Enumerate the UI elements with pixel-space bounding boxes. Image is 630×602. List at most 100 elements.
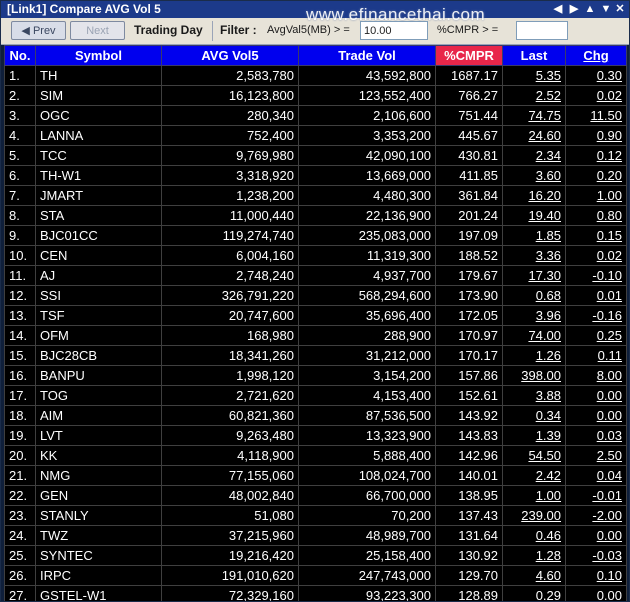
row-chg[interactable]: 0.01 (565, 285, 627, 306)
table-row[interactable]: 8. STA 11,000,440 22,136,900 201.24 19.40 0.80 (4, 205, 627, 226)
arrow-right-icon[interactable]: ▶ (567, 2, 581, 16)
row-chg[interactable]: -0.01 (565, 485, 627, 506)
row-chg[interactable]: 0.30 (565, 65, 627, 86)
row-chg[interactable]: 0.00 (565, 405, 627, 426)
row-symbol[interactable]: TWZ (35, 525, 162, 546)
col-header-symbol[interactable]: Symbol (35, 45, 162, 66)
table-row[interactable]: 4. LANNA 752,400 3,353,200 445.67 24.60 0.90 (4, 125, 627, 146)
col-header-chg[interactable]: Chg (565, 45, 627, 66)
row-last[interactable]: 1.39 (502, 425, 566, 446)
row-chg[interactable]: 11.50 (565, 105, 627, 126)
table-row[interactable]: 22. GEN 48,002,840 66,700,000 138.95 1.00 -0.0… (4, 485, 627, 506)
next-button[interactable]: Next (70, 21, 125, 40)
row-symbol[interactable]: LANNA (35, 125, 162, 146)
table-row[interactable]: 23. STANLY 51,080 70,200 137.43 239.00 -2.00 (4, 505, 627, 526)
row-symbol[interactable]: IRPC (35, 565, 162, 586)
row-last[interactable]: 2.34 (502, 145, 566, 166)
row-chg[interactable]: 0.15 (565, 225, 627, 246)
table-row[interactable]: 27. GSTEL-W1 72,329,160 93,223,300 128.89 0.2… (4, 585, 627, 601)
row-last[interactable]: 1.00 (502, 485, 566, 506)
table-row[interactable]: 24. TWZ 37,215,960 48,989,700 131.64 0.46 0.00 (4, 525, 627, 546)
row-last[interactable]: 0.34 (502, 405, 566, 426)
row-chg[interactable]: -0.03 (565, 545, 627, 566)
row-chg[interactable]: 0.10 (565, 565, 627, 586)
row-last[interactable]: 2.42 (502, 465, 566, 486)
row-symbol[interactable]: TH (35, 65, 162, 86)
row-last[interactable]: 239.00 (502, 505, 566, 526)
row-symbol[interactable]: TH-W1 (35, 165, 162, 186)
row-symbol[interactable]: BJC28CB (35, 345, 162, 366)
row-last[interactable]: 5.35 (502, 65, 566, 86)
row-last[interactable]: 2.52 (502, 85, 566, 106)
row-chg[interactable]: 8.00 (565, 365, 627, 386)
row-last[interactable]: 74.75 (502, 105, 566, 126)
table-row[interactable]: 14. OFM 168,980 288,900 170.97 74.00 0.25 (4, 325, 627, 346)
row-symbol[interactable]: CEN (35, 245, 162, 266)
row-last[interactable]: 3.96 (502, 305, 566, 326)
row-last[interactable]: 54.50 (502, 445, 566, 466)
row-last[interactable]: 19.40 (502, 205, 566, 226)
row-chg[interactable]: 0.02 (565, 85, 627, 106)
row-last[interactable]: 3.60 (502, 165, 566, 186)
row-symbol[interactable]: TOG (35, 385, 162, 406)
col-header-no[interactable]: No. (4, 45, 36, 66)
row-last[interactable]: 24.60 (502, 125, 566, 146)
table-row[interactable]: 5. TCC 9,769,980 42,090,100 430.81 2.34 0.12 (4, 145, 627, 166)
row-last[interactable]: 1.26 (502, 345, 566, 366)
close-icon[interactable]: ✕ (613, 2, 627, 16)
row-last[interactable]: 3.88 (502, 385, 566, 406)
row-chg[interactable]: 0.25 (565, 325, 627, 346)
row-symbol[interactable]: GSTEL-W1 (35, 585, 162, 601)
row-last[interactable]: 16.20 (502, 185, 566, 206)
row-last[interactable]: 74.00 (502, 325, 566, 346)
row-symbol[interactable]: NMG (35, 465, 162, 486)
table-row[interactable]: 16. BANPU 1,998,120 3,154,200 157.86 398.00 8.… (4, 365, 627, 386)
table-row[interactable]: 18. AIM 60,821,360 87,536,500 143.92 0.34 0.00 (4, 405, 627, 426)
row-last[interactable]: 0.68 (502, 285, 566, 306)
row-last[interactable]: 0.46 (502, 525, 566, 546)
row-symbol[interactable]: SIM (35, 85, 162, 106)
table-row[interactable]: 15. BJC28CB 18,341,260 31,212,000 170.17 1.26… (4, 345, 627, 366)
table-row[interactable]: 25. SYNTEC 19,216,420 25,158,400 130.92 1.28-… (4, 545, 627, 566)
table-row[interactable]: 12. SSI 326,791,220 568,294,600 173.90 0.68 0.… (4, 285, 627, 306)
table-row[interactable]: 17. TOG 2,721,620 4,153,400 152.61 3.88 0.00 (4, 385, 627, 406)
row-symbol[interactable]: SSI (35, 285, 162, 306)
row-chg[interactable]: 1.00 (565, 185, 627, 206)
row-symbol[interactable]: BJC01CC (35, 225, 162, 246)
row-chg[interactable]: 0.02 (565, 245, 627, 266)
row-symbol[interactable]: KK (35, 445, 162, 466)
table-row[interactable]: 11. AJ 2,748,240 4,937,700 179.67 17.30 -0.10 (4, 265, 627, 286)
row-chg[interactable]: 0.20 (565, 165, 627, 186)
row-chg[interactable]: 0.03 (565, 425, 627, 446)
row-symbol[interactable]: GEN (35, 485, 162, 506)
row-symbol[interactable]: AJ (35, 265, 162, 286)
col-header-avg-vol5[interactable]: AVG Vol5 (161, 45, 299, 66)
table-row[interactable]: 2. SIM 16,123,800 123,552,400 766.27 2.52 0.02 (4, 85, 627, 106)
table-row[interactable]: 13. TSF 20,747,600 35,696,400 172.05 3.96 -0.1… (4, 305, 627, 326)
row-symbol[interactable]: BANPU (35, 365, 162, 386)
row-symbol[interactable]: TCC (35, 145, 162, 166)
row-symbol[interactable]: OFM (35, 325, 162, 346)
table-row[interactable]: 7. JMART 1,238,200 4,480,300 361.84 16.20 1.00 (4, 185, 627, 206)
row-last[interactable]: 0.29 (502, 585, 566, 601)
table-row[interactable]: 19. LVT 9,263,480 13,323,900 143.83 1.39 0.03 (4, 425, 627, 446)
row-symbol[interactable]: STA (35, 205, 162, 226)
row-symbol[interactable]: STANLY (35, 505, 162, 526)
table-row[interactable]: 9. BJC01CC 119,274,740 235,083,000 197.09 1.8… (4, 225, 627, 246)
col-header-trade-vol[interactable]: Trade Vol (298, 45, 436, 66)
row-last[interactable]: 17.30 (502, 265, 566, 286)
row-chg[interactable]: 2.50 (565, 445, 627, 466)
row-chg[interactable]: 0.80 (565, 205, 627, 226)
prev-button[interactable]: ◀ Prev (11, 21, 66, 40)
table-row[interactable]: 6. TH-W1 3,318,920 13,669,000 411.85 3.60 0.20 (4, 165, 627, 186)
row-chg[interactable]: 0.00 (565, 585, 627, 601)
row-last[interactable]: 1.28 (502, 545, 566, 566)
row-chg[interactable]: 0.90 (565, 125, 627, 146)
row-chg[interactable]: 0.11 (565, 345, 627, 366)
col-header-cmpr[interactable]: %CMPR (435, 45, 503, 66)
row-last[interactable]: 3.36 (502, 245, 566, 266)
table-row[interactable]: 1. TH 2,583,780 43,592,800 1687.17 5.35 0.30 (4, 65, 627, 86)
row-last[interactable]: 1.85 (502, 225, 566, 246)
row-last[interactable]: 398.00 (502, 365, 566, 386)
row-chg[interactable]: 0.04 (565, 465, 627, 486)
